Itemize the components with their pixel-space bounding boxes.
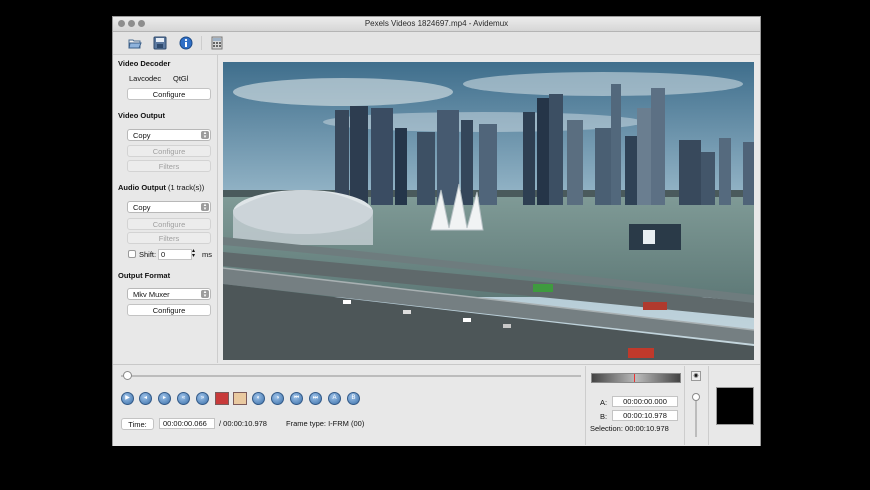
- decoder-configure-button[interactable]: Configure: [127, 88, 211, 100]
- panel-divider: [585, 366, 586, 445]
- previous-black-frame-icon[interactable]: ◐: [252, 392, 265, 405]
- audio-output-select[interactable]: Copy ▴ ▾: [127, 201, 211, 213]
- panel-divider: [684, 366, 685, 445]
- video-preview[interactable]: [223, 62, 754, 360]
- jog-center-marker: [634, 374, 635, 382]
- timeline-slider[interactable]: [121, 375, 581, 377]
- volume-icon[interactable]: ◉: [691, 371, 701, 381]
- marker-b-label: B:: [600, 412, 608, 421]
- calculator-icon[interactable]: [210, 36, 224, 50]
- avidemux-window: Pexels Videos 1824697.mp4 - Avidemux Vid…: [112, 16, 761, 446]
- audio-output-value: Copy: [133, 203, 151, 212]
- marker-a-field[interactable]: 00:00:00.000: [612, 396, 678, 407]
- toolbar: [113, 32, 760, 55]
- go-to-last-frame-icon[interactable]: ⏭: [309, 392, 322, 405]
- previous-frame-icon[interactable]: ◂: [139, 392, 152, 405]
- panel-divider: [708, 366, 709, 445]
- open-file-icon[interactable]: [128, 36, 142, 50]
- previous-keyframe-icon[interactable]: «: [177, 392, 190, 405]
- video-output-value: Copy: [133, 131, 151, 140]
- time-button[interactable]: Time:: [121, 418, 154, 430]
- jog-shuttle[interactable]: [591, 373, 681, 383]
- audio-meter-preview: [716, 387, 754, 425]
- output-format-heading: Output Format: [118, 271, 171, 280]
- timeline-thumb[interactable]: [122, 371, 132, 380]
- audio-configure-button[interactable]: Configure: [127, 218, 211, 230]
- shift-stepper-icon[interactable]: ▴ ▾: [192, 248, 195, 259]
- shift-value: 0: [161, 250, 166, 259]
- select-arrows-icon: ▴ ▾: [201, 203, 209, 212]
- frame-type-label: Frame type: I-FRM (00): [286, 419, 365, 428]
- format-configure-button[interactable]: Configure: [127, 304, 211, 316]
- audio-output-title: Audio Output: [118, 183, 166, 192]
- volume-thumb[interactable]: [692, 393, 700, 401]
- total-duration: / 00:00:10.978: [219, 419, 267, 428]
- shift-input[interactable]: 0: [158, 249, 192, 260]
- decoder-codec-label: Lavcodec: [129, 74, 162, 83]
- audio-track-count: (1 track(s)): [168, 183, 205, 192]
- toolbar-separator: [201, 36, 202, 50]
- video-frame-image: [223, 62, 754, 360]
- volume-slider[interactable]: [695, 395, 697, 437]
- current-time-field[interactable]: 00:00:00.066: [159, 418, 215, 429]
- window-title: Pexels Videos 1824697.mp4 - Avidemux: [364, 19, 509, 28]
- go-to-marker-a-icon[interactable]: A: [328, 392, 341, 405]
- next-keyframe-icon[interactable]: »: [196, 392, 209, 405]
- shift-unit: ms: [202, 250, 212, 259]
- shift-checkbox[interactable]: [128, 250, 136, 258]
- settings-sidebar: Video Decoder Lavcodec QtGl Configure Vi…: [113, 55, 218, 363]
- video-filters-button[interactable]: Filters: [127, 160, 211, 172]
- play-button-icon[interactable]: ▶: [121, 392, 134, 405]
- audio-filters-button[interactable]: Filters: [127, 232, 211, 244]
- save-file-icon[interactable]: [153, 36, 167, 50]
- title-bar: Pexels Videos 1824697.mp4 - Avidemux: [113, 17, 760, 32]
- video-output-heading: Video Output: [118, 111, 165, 120]
- select-arrows-icon: ▴ ▾: [201, 131, 209, 140]
- selection-duration: Selection: 00:00:10.978: [590, 424, 669, 433]
- video-configure-button[interactable]: Configure: [127, 145, 211, 157]
- output-format-select[interactable]: Mkv Muxer ▴ ▾: [127, 288, 211, 300]
- audio-output-heading: Audio Output (1 track(s)): [118, 183, 204, 192]
- set-marker-b-icon[interactable]: [233, 392, 247, 405]
- video-decoder-heading: Video Decoder: [118, 59, 171, 68]
- select-arrows-icon: ▴ ▾: [201, 290, 209, 299]
- output-format-value: Mkv Muxer: [133, 290, 170, 299]
- info-icon[interactable]: [179, 36, 193, 50]
- decoder-codec-value: QtGl: [173, 74, 189, 83]
- next-black-frame-icon[interactable]: ◑: [271, 392, 284, 405]
- set-marker-a-icon[interactable]: [215, 392, 229, 405]
- go-to-marker-b-icon[interactable]: B: [347, 392, 360, 405]
- video-output-select[interactable]: Copy ▴ ▾: [127, 129, 211, 141]
- go-to-first-frame-icon[interactable]: ⏮: [290, 392, 303, 405]
- marker-a-label: A:: [600, 398, 608, 407]
- shift-label: Shift:: [139, 250, 157, 259]
- next-frame-icon[interactable]: ▸: [158, 392, 171, 405]
- marker-b-field[interactable]: 00:00:10.978: [612, 410, 678, 421]
